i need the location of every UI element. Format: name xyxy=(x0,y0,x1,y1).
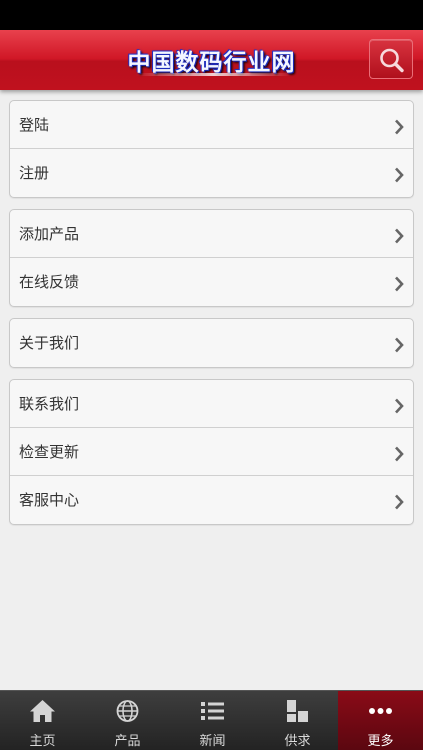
tab-bar: 主页 产品 新闻 供求 更多 xyxy=(0,690,423,750)
more-icon xyxy=(369,708,392,714)
menu-item-label: 在线反馈 xyxy=(19,273,80,291)
menu-item-check-update[interactable]: 检查更新 xyxy=(10,428,413,476)
chevron-right-icon xyxy=(395,446,404,462)
menu-group-about: 关于我们 xyxy=(9,318,414,368)
tab-label: 更多 xyxy=(367,734,394,749)
chevron-right-icon xyxy=(395,276,404,292)
search-button[interactable] xyxy=(369,39,413,79)
menu-item-about-us[interactable]: 关于我们 xyxy=(10,319,413,367)
menu-group-support: 联系我们 检查更新 客服中心 xyxy=(9,379,414,525)
chevron-right-icon xyxy=(395,337,404,353)
tab-label: 新闻 xyxy=(199,734,226,749)
chevron-right-icon xyxy=(395,119,404,135)
title-underline xyxy=(136,73,292,76)
menu-item-contact-us[interactable]: 联系我们 xyxy=(10,380,413,428)
menu-item-label: 检查更新 xyxy=(19,443,80,461)
menu-item-login[interactable]: 登陆 xyxy=(10,101,413,149)
menu-item-customer-service[interactable]: 客服中心 xyxy=(10,476,413,524)
home-icon xyxy=(30,700,55,722)
globe-icon xyxy=(116,700,139,722)
tab-more[interactable]: 更多 xyxy=(338,691,423,750)
menu-item-label: 登陆 xyxy=(19,116,50,134)
tab-supply-demand[interactable]: 供求 xyxy=(255,691,340,750)
header: 中国数码行业网 xyxy=(0,30,423,90)
status-bar xyxy=(0,0,423,30)
chevron-right-icon xyxy=(395,167,404,183)
list-icon xyxy=(201,702,224,720)
menu-item-add-product[interactable]: 添加产品 xyxy=(10,210,413,258)
chevron-right-icon xyxy=(395,398,404,414)
menu-item-label: 添加产品 xyxy=(19,225,80,243)
menu-item-label: 联系我们 xyxy=(19,395,80,413)
menu-item-register[interactable]: 注册 xyxy=(10,149,413,197)
tab-news[interactable]: 新闻 xyxy=(170,691,255,750)
chevron-right-icon xyxy=(395,228,404,244)
menu-group-product: 添加产品 在线反馈 xyxy=(9,209,414,307)
tab-label: 主页 xyxy=(29,734,56,749)
menu-item-label: 关于我们 xyxy=(19,334,80,352)
menu-group-account: 登陆 注册 xyxy=(9,100,414,198)
tab-label: 供求 xyxy=(284,734,311,749)
chevron-right-icon xyxy=(395,494,404,510)
tab-home[interactable]: 主页 xyxy=(0,691,85,750)
tab-products[interactable]: 产品 xyxy=(85,691,170,750)
tab-label: 产品 xyxy=(114,734,141,749)
app-title: 中国数码行业网 xyxy=(127,49,296,76)
grid-icon xyxy=(287,700,308,722)
menu-item-label: 注册 xyxy=(19,164,50,182)
search-icon xyxy=(380,48,404,73)
menu-item-label: 客服中心 xyxy=(19,491,80,509)
menu-item-feedback[interactable]: 在线反馈 xyxy=(10,258,413,306)
